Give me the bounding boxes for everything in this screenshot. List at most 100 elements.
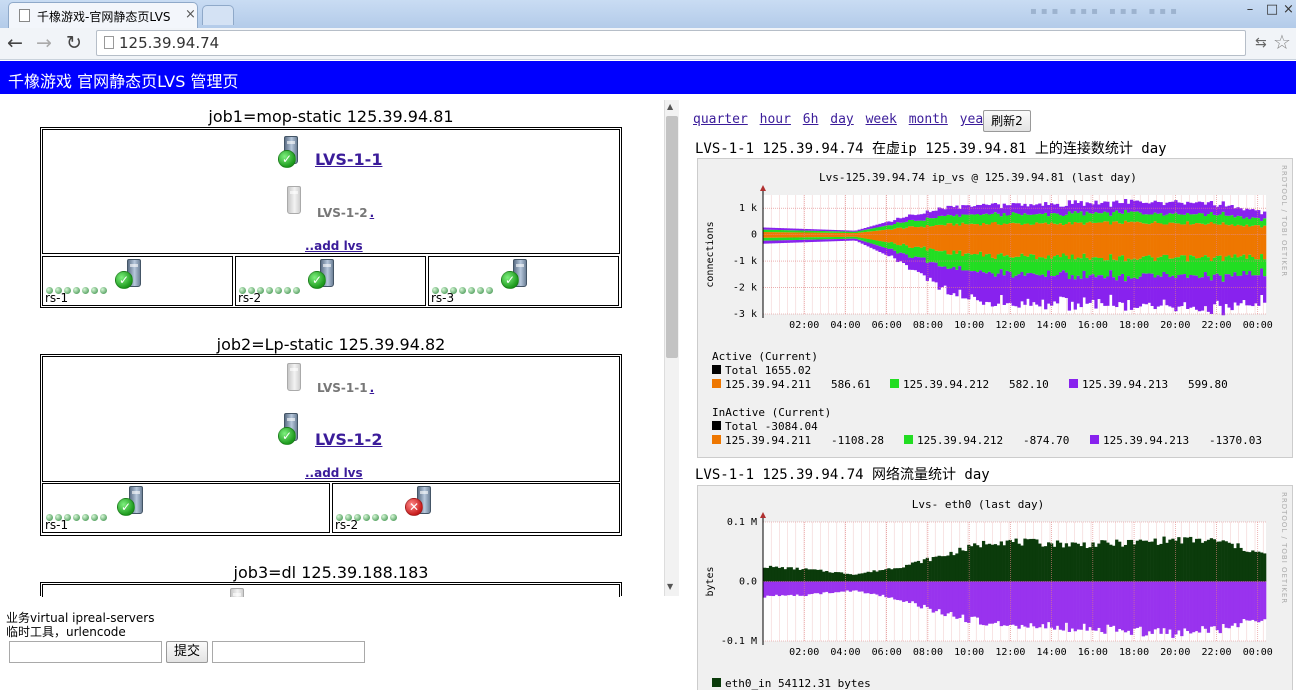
legend-label: 125.39.94.211 xyxy=(725,378,812,391)
area-bar xyxy=(1052,256,1057,277)
area-bar xyxy=(887,221,891,226)
area-bar xyxy=(768,240,773,244)
area-bar xyxy=(958,250,962,267)
forward-button[interactable]: → xyxy=(33,31,55,55)
range-link-day[interactable]: day xyxy=(830,112,853,127)
area-bar xyxy=(1026,539,1030,582)
area-bar xyxy=(1192,256,1196,276)
area-bar xyxy=(1203,272,1208,307)
area-bar xyxy=(1088,221,1092,235)
page-icon xyxy=(104,36,114,49)
lvs-activate-link[interactable]: . xyxy=(370,381,375,395)
reload-button[interactable]: ↻ xyxy=(63,31,85,55)
area-bar xyxy=(839,238,844,241)
range-link-month[interactable]: month xyxy=(909,112,948,127)
area-bar xyxy=(1094,200,1098,213)
area-bar xyxy=(1263,211,1267,219)
scroll-thumb[interactable] xyxy=(666,116,678,358)
area-bar xyxy=(831,229,835,232)
legend-label: 125.39.94.213 xyxy=(1082,378,1169,391)
range-link-6h[interactable]: 6h xyxy=(803,112,819,127)
left-frame-scrollbar[interactable]: ▲ ▼ xyxy=(664,100,679,596)
area-bar xyxy=(1115,221,1119,235)
area-bar xyxy=(765,234,770,238)
area-bar xyxy=(1168,258,1172,278)
area-bar xyxy=(1100,275,1104,304)
range-link-hour[interactable]: hour xyxy=(760,112,791,127)
range-link-quarter[interactable]: quarter xyxy=(693,112,748,127)
area-bar xyxy=(804,230,808,233)
area-bar xyxy=(834,231,838,233)
area-bar xyxy=(774,581,779,595)
add-lvs-link[interactable]: ..add lvs xyxy=(305,239,363,253)
back-button[interactable]: ← xyxy=(4,31,26,55)
area-bar xyxy=(940,224,944,235)
area-bar xyxy=(1017,213,1021,224)
tab-close-icon[interactable]: × xyxy=(185,7,196,22)
area-bar xyxy=(834,237,838,240)
area-bar xyxy=(774,237,779,241)
area-bar xyxy=(937,581,941,610)
urlencode-output[interactable] xyxy=(212,641,365,663)
rs-cell[interactable]: ✓ rs-1 xyxy=(42,483,330,533)
add-lvs-link[interactable]: ..add lvs xyxy=(305,466,363,480)
area-bar xyxy=(955,581,959,619)
area-bar xyxy=(905,245,909,255)
scroll-up-icon[interactable]: ▲ xyxy=(667,102,673,111)
area-bar xyxy=(902,228,906,235)
rs-cell[interactable]: ✓ rs-1 xyxy=(42,256,233,306)
area-bar xyxy=(1153,212,1157,222)
lvs-link[interactable]: LVS-1-1 xyxy=(315,150,382,169)
area-bar xyxy=(993,276,998,306)
rs-cell[interactable]: ✕ rs-2 xyxy=(332,483,620,533)
area-bar xyxy=(872,231,876,235)
scroll-down-icon[interactable]: ▼ xyxy=(667,582,673,591)
urlencode-input[interactable] xyxy=(9,641,162,663)
address-bar[interactable]: 125.39.94.74 xyxy=(96,30,1246,56)
server-active-icon: ✓ xyxy=(115,259,145,289)
area-bar xyxy=(1082,253,1086,271)
area-bar xyxy=(869,243,873,248)
area-bar xyxy=(1153,234,1157,262)
window-minimize-button[interactable]: – xyxy=(1238,2,1262,20)
area-bar xyxy=(1248,254,1252,272)
area-bar xyxy=(1112,277,1116,306)
rs-cell[interactable]: ✓ rs-3 xyxy=(428,256,619,306)
area-bar xyxy=(798,569,802,582)
area-bar xyxy=(1227,255,1231,275)
area-bar xyxy=(1026,223,1030,235)
y-tick-label: -0.1 M xyxy=(721,636,757,647)
lvs-link[interactable]: LVS-1-2 xyxy=(315,430,382,449)
legend-swatch xyxy=(904,435,913,444)
refresh-button[interactable]: 刷新2 xyxy=(983,110,1031,132)
bookmark-star-icon[interactable]: ☆ xyxy=(1273,30,1291,54)
area-bar xyxy=(1005,581,1009,626)
submit-button[interactable]: 提交 xyxy=(166,641,208,663)
area-bar xyxy=(1227,205,1231,216)
range-link-week[interactable]: week xyxy=(866,112,897,127)
area-bar xyxy=(804,232,808,235)
area-bar xyxy=(913,220,918,227)
area-bar xyxy=(795,567,799,582)
lvs-activate-link[interactable]: . xyxy=(370,206,375,220)
area-bar xyxy=(1150,234,1154,258)
area-bar xyxy=(905,581,909,602)
area-bar xyxy=(1064,255,1069,273)
y-tick-label: 0.1 M xyxy=(727,517,757,528)
area-bar xyxy=(839,234,844,237)
area-bar xyxy=(1153,221,1157,235)
area-bar xyxy=(999,208,1003,217)
url-text[interactable]: 125.39.94.74 xyxy=(119,34,219,52)
area-bar xyxy=(780,581,785,596)
area-bar xyxy=(1159,256,1163,277)
area-bar xyxy=(1245,208,1249,218)
area-bar xyxy=(910,562,915,582)
translate-icon[interactable]: ⇆ xyxy=(1255,35,1267,51)
area-bar xyxy=(1097,234,1101,258)
new-tab-button[interactable] xyxy=(202,5,234,25)
window-close-button[interactable]: × xyxy=(1281,2,1296,20)
area-bar xyxy=(813,230,817,233)
rs-cell[interactable]: ✓ rs-2 xyxy=(235,256,426,306)
tab-active[interactable]: 千橡游戏-官网静态页LVS × xyxy=(8,2,198,28)
area-bar xyxy=(1254,225,1258,235)
